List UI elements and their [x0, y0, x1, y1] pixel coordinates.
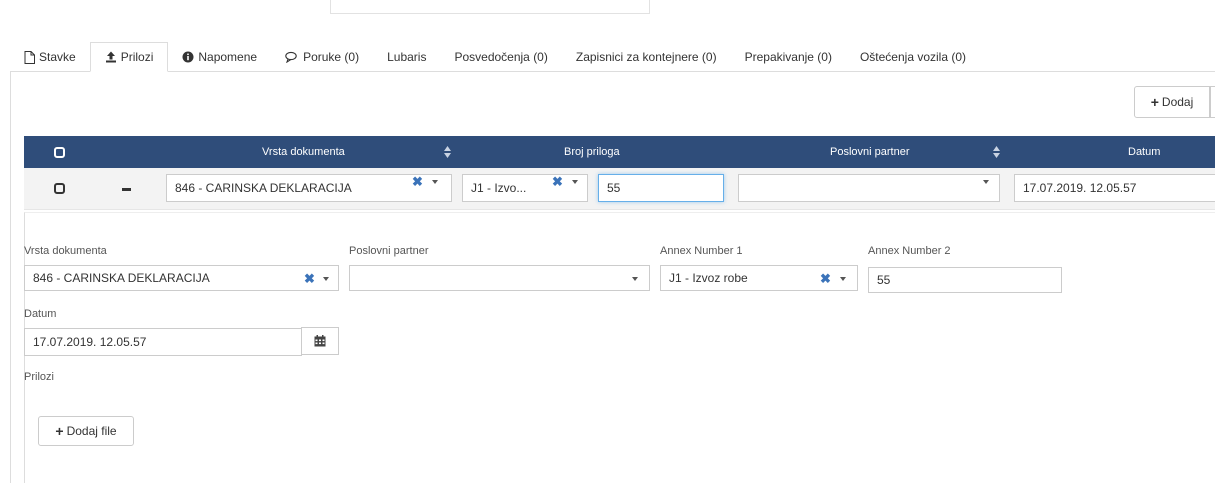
- chevron-down-icon[interactable]: [572, 180, 578, 184]
- plus-icon: +: [1150, 94, 1159, 110]
- datum-value: 17.07.2019. 12.05.57: [33, 335, 147, 349]
- row-annex1-value: J1 - Izvo...: [471, 181, 527, 195]
- row-annex1-select[interactable]: J1 - Izvo...: [462, 174, 588, 202]
- chevron-down-icon[interactable]: [840, 277, 846, 281]
- add-button[interactable]: + Dodaj: [1134, 86, 1210, 118]
- checkbox-icon: [54, 146, 65, 158]
- file-icon: [24, 50, 35, 64]
- annex2-value: 55: [877, 273, 891, 287]
- header-datum[interactable]: Datum: [1128, 136, 1160, 168]
- row-checkbox[interactable]: [54, 183, 65, 194]
- info-icon: [182, 51, 194, 63]
- tab-zapisnici[interactable]: Zapisnici za kontejnere (0): [562, 42, 731, 72]
- header-label: Datum: [1128, 146, 1161, 158]
- header-broj[interactable]: Broj priloga: [564, 136, 620, 168]
- add-file-button[interactable]: + Dodaj file: [38, 416, 134, 446]
- header-partner[interactable]: Poslovni partner: [830, 136, 910, 168]
- tab-label: Posvedočenja (0): [454, 50, 548, 64]
- tab-label: Prepakivanje (0): [744, 50, 832, 64]
- chevron-down-icon[interactable]: [632, 277, 638, 281]
- tab-stavke[interactable]: Stavke: [14, 42, 90, 72]
- tab-napomene[interactable]: Napomene: [168, 42, 271, 72]
- tab-label: Oštećenja vozila (0): [859, 50, 967, 64]
- grid-header: Vrsta dokumenta Broj priloga Poslovni pa…: [24, 136, 1215, 168]
- sort-icon[interactable]: [993, 146, 1000, 158]
- row-vrsta-value: 846 - CARINSKA DEKLARACIJA: [175, 181, 352, 195]
- top-search-input[interactable]: [330, 0, 650, 14]
- chevron-down-icon[interactable]: [983, 180, 989, 184]
- annex1-value: J1 - Izvoz robe: [669, 271, 748, 285]
- tab-label: Poruke (0): [303, 50, 360, 64]
- clear-icon[interactable]: ✖: [552, 174, 563, 190]
- add-file-label: Dodaj file: [66, 424, 117, 438]
- header-label: Vrsta dokumenta: [262, 146, 345, 158]
- header-label: Poslovni partner: [830, 146, 910, 158]
- tab-lubaris[interactable]: Lubaris: [373, 42, 440, 72]
- vrsta-select[interactable]: 846 - CARINSKA DEKLARACIJA: [24, 265, 339, 291]
- clear-icon[interactable]: ✖: [820, 271, 831, 287]
- select-all-checkbox[interactable]: [54, 136, 65, 168]
- vrsta-label: Vrsta dokumenta: [24, 245, 107, 257]
- tab-prepakivanje[interactable]: Prepakivanje (0): [731, 42, 846, 72]
- tab-label: Zapisnici za kontejnere (0): [575, 50, 717, 64]
- datum-input[interactable]: 17.07.2019. 12.05.57: [24, 328, 302, 356]
- row-broj-input[interactable]: 55: [598, 174, 724, 202]
- tab-poruke[interactable]: Poruke (0): [271, 42, 373, 72]
- chevron-down-icon[interactable]: [432, 180, 438, 184]
- tab-label: Napomene: [198, 50, 258, 64]
- header-vrsta[interactable]: Vrsta dokumenta: [262, 136, 345, 168]
- tab-ostecenja[interactable]: Oštećenja vozila (0): [846, 42, 980, 72]
- tab-label: Prilozi: [120, 50, 154, 64]
- toolbar-next-button[interactable]: [1210, 86, 1215, 118]
- row-datum-value: 17.07.2019. 12.05.57: [1023, 181, 1137, 195]
- tab-label: Stavke: [39, 50, 76, 64]
- calendar-icon: [314, 335, 326, 347]
- header-label: Broj priloga: [564, 146, 620, 158]
- row-partner-select[interactable]: [738, 174, 1000, 202]
- clear-icon[interactable]: ✖: [412, 174, 423, 190]
- sort-icon[interactable]: [444, 146, 451, 158]
- tab-posvedocenja[interactable]: Posvedočenja (0): [440, 42, 561, 72]
- datum-label: Datum: [24, 308, 57, 320]
- chevron-down-icon[interactable]: [323, 277, 329, 281]
- comments-icon: [285, 51, 299, 63]
- collapse-icon[interactable]: [122, 188, 131, 191]
- plus-icon: +: [55, 423, 64, 439]
- partner-select[interactable]: [349, 265, 650, 291]
- row-datum-input[interactable]: 17.07.2019. 12.05.57: [1014, 174, 1215, 202]
- annex2-label: Annex Number 2: [868, 245, 951, 257]
- calendar-button[interactable]: [301, 327, 339, 355]
- table-row: 846 - CARINSKA DEKLARACIJA ✖ J1 - Izvo..…: [24, 168, 1215, 210]
- row-broj-value: 55: [607, 181, 621, 195]
- upload-icon: [105, 51, 117, 63]
- partner-label: Poslovni partner: [349, 245, 429, 257]
- clear-icon[interactable]: ✖: [304, 271, 315, 287]
- tab-prilozi[interactable]: Prilozi: [89, 42, 169, 72]
- vrsta-value: 846 - CARINSKA DEKLARACIJA: [33, 271, 210, 285]
- annex2-input[interactable]: 55: [868, 267, 1062, 293]
- tab-label: Lubaris: [387, 50, 427, 64]
- prilozi-label: Prilozi: [24, 371, 54, 383]
- annex1-label: Annex Number 1: [660, 245, 743, 257]
- add-button-label: Dodaj: [1161, 95, 1194, 109]
- tab-bar: Stavke Prilozi Napomene Poruke (0) Lubar…: [14, 42, 980, 72]
- row-vrsta-select[interactable]: 846 - CARINSKA DEKLARACIJA: [166, 174, 452, 202]
